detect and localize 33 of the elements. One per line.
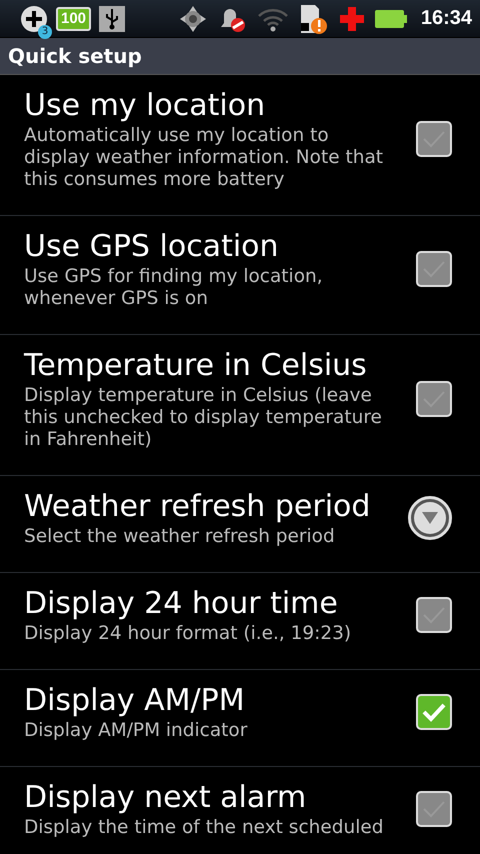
preference-summary: Use GPS for finding my location, whenever GPS is on (24, 266, 324, 310)
preference-summary: Select the weather refresh period (24, 526, 336, 548)
preference-summary: Display temperature in Celsius (leave this unchecked to display temperature in Fahrenheit) (24, 385, 383, 451)
preference-title: Display next alarm (24, 779, 308, 817)
checkbox[interactable] (416, 381, 452, 417)
medical-cross-icon (338, 6, 365, 32)
battery-label: 100 (56, 6, 92, 30)
check-icon (421, 702, 447, 722)
preference-summary: Display 24 hour format (i.e., 19:23) (24, 623, 352, 645)
checkbox[interactable] (416, 791, 452, 827)
sd-card-alert-icon (298, 2, 329, 34)
usb-icon[interactable] (99, 6, 126, 32)
dropdown-button[interactable] (408, 496, 452, 540)
preference-title: Use my location (24, 87, 266, 125)
screen-title: Quick setup (7, 43, 143, 70)
preference-title: Display AM/PM (24, 682, 246, 720)
preference-title: Use GPS location (24, 228, 280, 266)
preference-summary: Display the time of the next scheduled (24, 817, 384, 839)
notification-count: 3 (38, 24, 52, 38)
preference-title: Temperature in Celsius (24, 347, 368, 385)
preference-summary: Display AM/PM indicator (24, 720, 248, 742)
checkbox[interactable] (416, 694, 452, 730)
preference-title: Display 24 hour time (24, 585, 339, 623)
checkbox[interactable] (416, 597, 452, 633)
clock-time: 16:34 (420, 7, 472, 30)
preference-summary: Automatically use my location to display weather information. Note that this consumes more battery (24, 125, 384, 191)
preference-title: Weather refresh period (24, 488, 372, 526)
checkbox[interactable] (416, 121, 452, 157)
battery-icon (374, 10, 407, 28)
checkbox[interactable] (416, 251, 452, 287)
triangle-down-icon (421, 511, 439, 525)
add-icon[interactable] (20, 4, 48, 32)
location-icon (178, 4, 207, 32)
